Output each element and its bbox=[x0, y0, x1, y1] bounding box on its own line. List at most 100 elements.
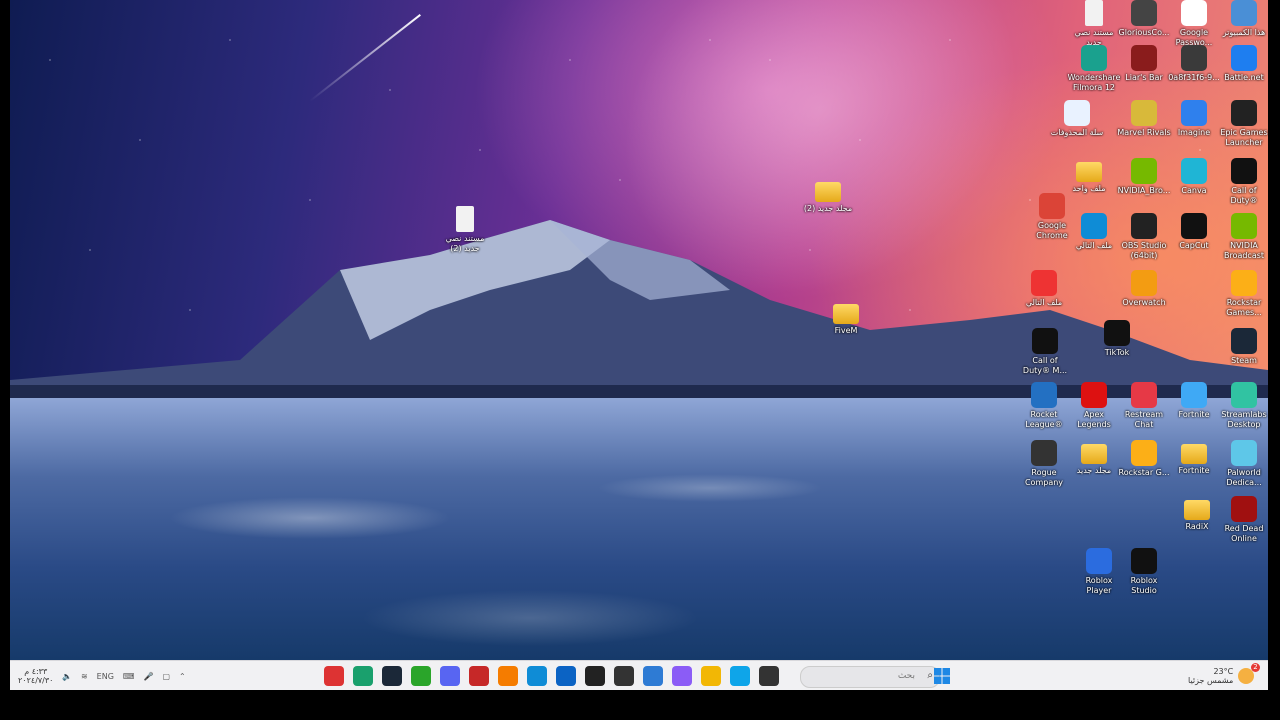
keyboard-icon[interactable]: ⌨ bbox=[123, 672, 135, 681]
red-dead-shortcut[interactable]: Red Dead Online bbox=[1217, 496, 1268, 544]
rogue-company-shortcut[interactable]: Rogue Company bbox=[1017, 440, 1071, 488]
app-green-icon[interactable] bbox=[353, 666, 373, 686]
roblox-player-icon bbox=[1086, 548, 1112, 574]
copilot-task-icon[interactable] bbox=[672, 666, 692, 686]
fortnite-folder-icon bbox=[1181, 444, 1207, 464]
search-box[interactable]: ⌕ بحث bbox=[800, 666, 940, 688]
outlook-task-icon[interactable] bbox=[556, 666, 576, 686]
system-tray: 🔈 ≋ ENG ⌨ 🎤 ▢ ⌃ bbox=[62, 661, 186, 691]
clock-time: ٤:٣٣ م bbox=[24, 667, 48, 676]
store-task-icon[interactable] bbox=[643, 666, 663, 686]
obs-icon bbox=[1131, 213, 1157, 239]
cod-mw-icon bbox=[1032, 328, 1058, 354]
steam-shortcut[interactable]: Steam bbox=[1217, 328, 1268, 366]
shortcut-label: Canva bbox=[1181, 186, 1207, 195]
notification-badge: 2 bbox=[1251, 663, 1260, 672]
desktop-new-folder-shortcut[interactable]: مجلد جديد (2) bbox=[801, 178, 855, 214]
palworld-shortcut[interactable]: Palworld Dedica... bbox=[1217, 440, 1268, 488]
weather-temp: 23°C bbox=[1213, 667, 1234, 676]
nvidia-broadcast-icon bbox=[1131, 158, 1157, 184]
shortcut-label: Call of Duty® bbox=[1230, 186, 1258, 205]
chevron-up-icon[interactable]: ⌃ bbox=[179, 672, 186, 681]
radix-folder-shortcut[interactable]: RadiX bbox=[1170, 496, 1224, 532]
steam-icon bbox=[1231, 328, 1257, 354]
new-folder-icon bbox=[1081, 444, 1107, 464]
edge-shortcut[interactable]: ملف التالي bbox=[1067, 213, 1121, 251]
pdf-shortcut[interactable]: ملف التالي bbox=[1017, 270, 1071, 308]
shortcut-label: Rogue Company bbox=[1024, 468, 1064, 487]
rocket-league-shortcut[interactable]: Rocket League® bbox=[1017, 382, 1071, 430]
wifi-icon[interactable]: ≋ bbox=[81, 672, 88, 681]
volume-icon[interactable]: 🔈 bbox=[62, 672, 72, 681]
obs-shortcut[interactable]: OBS Studio (64bit) bbox=[1117, 213, 1171, 261]
hash-file-shortcut[interactable]: 0a8f31f6-9... bbox=[1167, 45, 1221, 83]
edge-task-icon[interactable] bbox=[527, 666, 547, 686]
filmora-shortcut[interactable]: Wondershare Filmora 12 bbox=[1067, 45, 1121, 93]
capcut-shortcut[interactable]: CapCut bbox=[1167, 213, 1221, 251]
explorer-task-icon[interactable] bbox=[701, 666, 721, 686]
steam-task-icon[interactable] bbox=[382, 666, 402, 686]
fortnite-folder-shortcut[interactable]: Fortnite bbox=[1167, 440, 1221, 476]
desktop-wallpaper: مستند نصي جديد GloriousCo... Google Passwo… bbox=[10, 0, 1268, 660]
glorious-shortcut[interactable]: GloriousCo... bbox=[1117, 0, 1171, 38]
rockstar-shortcut[interactable]: Rockstar Games... bbox=[1217, 270, 1268, 318]
desktop-file-shortcut[interactable]: مستند نصي جديد (2) bbox=[438, 206, 492, 254]
cod-mw-shortcut[interactable]: Call of Duty® M... bbox=[1018, 328, 1072, 376]
liars-bar-shortcut[interactable]: Liar's Bar bbox=[1117, 45, 1171, 83]
imagine-shortcut[interactable]: Imagine bbox=[1167, 100, 1221, 138]
apex-shortcut[interactable]: Apex Legends bbox=[1067, 382, 1121, 430]
desktop-file-icon bbox=[456, 206, 474, 232]
obs-task-icon[interactable] bbox=[614, 666, 634, 686]
rockstar-games-shortcut[interactable]: Rockstar G... bbox=[1117, 440, 1171, 478]
xbox-task-icon[interactable] bbox=[411, 666, 431, 686]
epic-games-icon bbox=[1231, 100, 1257, 126]
overwatch-shortcut[interactable]: Overwatch bbox=[1117, 270, 1171, 308]
nvidia-broadcast-2-shortcut[interactable]: NVIDIA Broadcast bbox=[1217, 213, 1268, 261]
marvel-rivals-shortcut[interactable]: Marvel Rivals bbox=[1117, 100, 1171, 138]
shortcut-label: Palworld Dedica... bbox=[1226, 468, 1262, 487]
start-button[interactable] bbox=[932, 666, 952, 686]
battlenet-shortcut[interactable]: Battle.net bbox=[1217, 45, 1268, 83]
app-red2-icon[interactable] bbox=[469, 666, 489, 686]
roblox-studio-shortcut[interactable]: Roblox Studio bbox=[1117, 548, 1171, 596]
shortcut-label: FiveM bbox=[834, 326, 858, 335]
shortcut-label: هذا الكمبيوتر bbox=[1222, 28, 1266, 37]
shortcut-label: Streamlabs Desktop bbox=[1221, 410, 1267, 429]
epic-games-shortcut[interactable]: Epic Games Launcher bbox=[1217, 100, 1268, 148]
chrome-edge-task-icon[interactable] bbox=[730, 666, 750, 686]
capcut-task-icon[interactable] bbox=[585, 666, 605, 686]
this-pc-shortcut[interactable]: هذا الكمبيوتر bbox=[1217, 0, 1268, 38]
app-red-icon[interactable] bbox=[324, 666, 344, 686]
clock-date: ٢٠٢٤/٧/٣٠ bbox=[18, 676, 54, 685]
shortcut-label: OBS Studio (64bit) bbox=[1121, 241, 1167, 260]
nvidia-broadcast-shortcut[interactable]: NVIDIA_Bro... bbox=[1117, 158, 1171, 196]
shortcut-label: Rocket League® bbox=[1025, 410, 1063, 429]
google-passwords-shortcut[interactable]: Google Passwo... bbox=[1167, 0, 1221, 48]
shortcut-label: ملف التالي bbox=[1075, 241, 1113, 250]
shortcut-label: GloriousCo... bbox=[1118, 28, 1170, 37]
recycle-bin-shortcut[interactable]: سلة المحذوفات bbox=[1050, 100, 1104, 138]
shortcut-label: RadiX bbox=[1185, 522, 1209, 531]
fivem-folder-shortcut[interactable]: FiveM bbox=[819, 300, 873, 336]
folder-files-shortcut[interactable]: ملف واحد bbox=[1062, 158, 1116, 194]
canva-shortcut[interactable]: Canva bbox=[1167, 158, 1221, 196]
clock[interactable]: ٤:٣٣ م ٢٠٢٤/٧/٣٠ bbox=[18, 661, 53, 691]
shortcut-label: TikTok bbox=[1104, 348, 1130, 357]
shortcut-label: Restream Chat bbox=[1124, 410, 1164, 429]
app-orange-icon[interactable] bbox=[498, 666, 518, 686]
tiktok-shortcut[interactable]: TikTok bbox=[1090, 320, 1144, 358]
language-indicator[interactable]: ENG bbox=[97, 672, 114, 681]
new-folder-shortcut[interactable]: مجلد جديد bbox=[1067, 440, 1121, 476]
shortcut-label: سلة المحذوفات bbox=[1050, 128, 1104, 137]
terminal-task-icon[interactable] bbox=[759, 666, 779, 686]
rockstar-games-icon bbox=[1131, 440, 1157, 466]
fortnite-shortcut[interactable]: Fortnite bbox=[1167, 382, 1221, 420]
new-text-doc-shortcut[interactable]: مستند نصي جديد bbox=[1067, 0, 1121, 48]
usb-icon[interactable]: ▢ bbox=[162, 672, 170, 681]
discord-task-icon[interactable] bbox=[440, 666, 460, 686]
streamlabs-shortcut[interactable]: Streamlabs Desktop bbox=[1217, 382, 1268, 430]
restream-shortcut[interactable]: Restream Chat bbox=[1117, 382, 1171, 430]
cod-duty-shortcut[interactable]: Call of Duty® bbox=[1217, 158, 1268, 206]
microphone-icon[interactable]: 🎤 bbox=[143, 672, 153, 681]
weather-widget[interactable]: 23°C مشمس جزئيا bbox=[1188, 661, 1233, 691]
